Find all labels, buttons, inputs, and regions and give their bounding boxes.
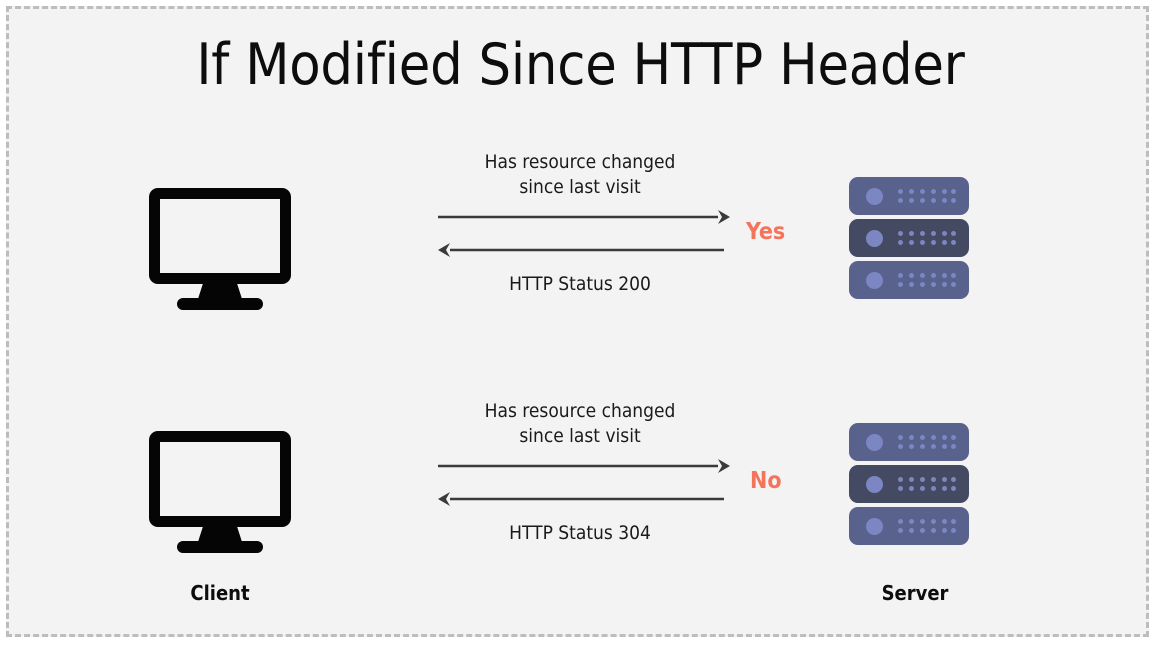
- server-led-3: [866, 272, 883, 289]
- monitor-screen: [149, 431, 291, 527]
- request-label-bottom: Has resource changed since last visit: [430, 399, 730, 449]
- server-dot-grid-2: [898, 231, 956, 246]
- server-led-1: [866, 188, 883, 205]
- client-label: Client: [190, 581, 250, 605]
- slide-canvas: If Modified Since HTTP Header Has resour…: [0, 0, 1161, 649]
- server-bar-2: [849, 465, 969, 503]
- server-dot-grid-1: [898, 189, 956, 204]
- server-rack-icon-top: [849, 177, 969, 299]
- request-label-top: Has resource changed since last visit: [430, 150, 730, 200]
- server-dot-grid-3: [898, 273, 956, 288]
- response-label-bottom: HTTP Status 304: [509, 522, 651, 544]
- server-led-2: [866, 230, 883, 247]
- response-arrow-bottom: [438, 492, 724, 506]
- server-bar-3: [849, 507, 969, 545]
- request-label-top-line2: since last visit: [519, 176, 641, 198]
- server-dot-grid-1: [898, 435, 956, 450]
- client-monitor-icon-top: [149, 188, 291, 310]
- server-label: Server: [881, 581, 949, 605]
- request-label-bottom-line1: Has resource changed: [484, 400, 676, 422]
- server-bar-1: [849, 423, 969, 461]
- response-arrow-top: [438, 243, 724, 257]
- server-bar-3: [849, 261, 969, 299]
- server-dot-grid-2: [898, 477, 956, 492]
- answer-badge-top: Yes: [746, 219, 786, 245]
- response-label-top: HTTP Status 200: [509, 273, 651, 295]
- request-label-bottom-line2: since last visit: [519, 425, 641, 447]
- client-monitor-icon-bottom: [149, 431, 291, 553]
- page-title: If Modified Since HTTP Header: [196, 32, 965, 98]
- request-arrow-top: [438, 210, 730, 224]
- monitor-base: [177, 298, 263, 310]
- request-arrow-bottom: [438, 459, 730, 473]
- monitor-screen: [149, 188, 291, 284]
- server-bar-2: [849, 219, 969, 257]
- answer-badge-bottom: No: [750, 468, 782, 494]
- server-led-2: [866, 476, 883, 493]
- server-led-1: [866, 434, 883, 451]
- request-label-top-line1: Has resource changed: [484, 151, 676, 173]
- monitor-base: [177, 541, 263, 553]
- server-rack-icon-bottom: [849, 423, 969, 545]
- server-led-3: [866, 518, 883, 535]
- server-dot-grid-3: [898, 519, 956, 534]
- server-bar-1: [849, 177, 969, 215]
